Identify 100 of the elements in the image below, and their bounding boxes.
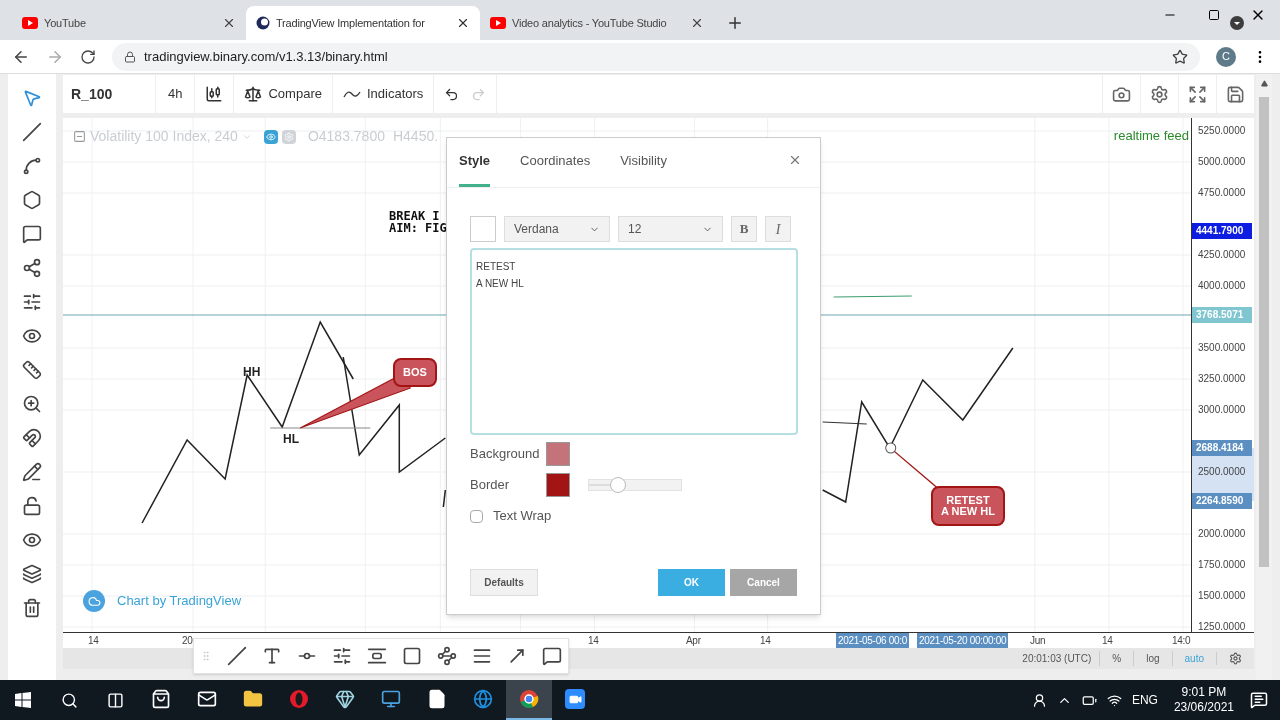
pivot-label[interactable]: HL (283, 430, 299, 448)
monitor-icon[interactable] (381, 689, 401, 709)
hexagon-icon[interactable] (22, 190, 42, 210)
border-swatch[interactable] (546, 473, 570, 497)
slider-thumb[interactable] (610, 477, 627, 493)
pencil-icon[interactable] (22, 462, 42, 482)
folder-icon[interactable] (243, 689, 263, 709)
maximize-icon[interactable] (1208, 9, 1220, 21)
round-logo-icon[interactable] (519, 689, 539, 709)
save-icon[interactable] (1226, 84, 1245, 104)
layers-icon[interactable] (22, 564, 42, 584)
close-icon[interactable] (222, 16, 236, 30)
camera-logo-icon[interactable] (565, 689, 585, 709)
person-icon[interactable] (1031, 692, 1047, 708)
opacity-slider[interactable] (588, 479, 682, 491)
scroll-up-icon[interactable] (1260, 80, 1268, 87)
chart-note-text[interactable]: AIM: FIG (389, 222, 447, 234)
anchor-handle[interactable] (885, 442, 897, 454)
camera-icon[interactable] (1112, 84, 1131, 104)
drag-handle-icon[interactable] (200, 650, 212, 662)
zoom-in-icon[interactable] (22, 394, 42, 414)
bookmark-star-icon[interactable] (1172, 48, 1188, 65)
text-input[interactable]: RETEST A NEW HL (470, 248, 798, 435)
arrow-icon[interactable] (507, 646, 527, 666)
scrollbar-thumb[interactable] (1259, 97, 1269, 567)
gem-icon[interactable] (335, 689, 355, 709)
settings-icon[interactable] (1150, 84, 1169, 104)
undo-icon[interactable] (444, 86, 460, 102)
mail-icon[interactable] (197, 689, 217, 709)
trash-icon[interactable] (22, 598, 42, 618)
chart-note-text[interactable]: BREAK I (389, 210, 440, 222)
size-select[interactable]: 12 (618, 216, 723, 242)
background-swatch[interactable] (546, 442, 570, 466)
font-select[interactable]: Verdana (504, 216, 610, 242)
scale-option[interactable]: % (1099, 651, 1134, 666)
wifi-icon[interactable] (1106, 692, 1122, 708)
line-icon[interactable] (227, 646, 247, 666)
globe-icon[interactable] (473, 689, 493, 709)
lock-icon[interactable] (22, 496, 42, 516)
address-bar[interactable]: tradingview.binary.com/v1.3.13/binary.html (112, 42, 1200, 71)
ring-logo-icon[interactable] (289, 689, 309, 709)
eye-toggle-icon[interactable] (263, 129, 278, 144)
nodes-icon[interactable] (437, 646, 457, 666)
language-indicator[interactable]: ENG (1131, 691, 1158, 709)
text-wrap-checkbox[interactable] (470, 509, 483, 523)
browser-tab[interactable]: YouTube (12, 6, 246, 40)
reload-icon[interactable] (80, 48, 96, 65)
scale-option[interactable]: log (1133, 651, 1172, 666)
callout-label[interactable]: RETEST A NEW HL (931, 486, 1005, 526)
dialog-tab[interactable]: Coordinates (520, 137, 591, 187)
collapse-icon[interactable] (73, 130, 86, 143)
search-icon[interactable] (60, 691, 78, 709)
sliders-icon[interactable] (22, 292, 42, 312)
rectangle-icon[interactable] (402, 646, 422, 666)
close-icon[interactable] (456, 16, 470, 30)
ruler-icon[interactable] (22, 360, 42, 380)
new-tab-icon[interactable] (726, 14, 744, 32)
price-axis[interactable]: 5250.0000 5000.0000 4750.0000 4441.7900 4250.0000 4000.0000 3768.5071 3500.0000 3250.0000 3000.0000 2688.4184 2500.0000 2264.8590 2000.0000 1750.0000 1500.0000 1250.0000 (1192, 118, 1254, 632)
text-color-swatch[interactable] (470, 216, 496, 242)
trend-line[interactable] (833, 295, 913, 298)
symbol-button[interactable]: R_100 (63, 83, 155, 105)
cursor-icon[interactable] (22, 88, 42, 108)
zigzag-line[interactable] (342, 356, 447, 474)
horizontal-line[interactable] (822, 421, 868, 425)
task-view-icon[interactable] (106, 691, 124, 709)
file-icon[interactable] (427, 689, 447, 709)
fullscreen-icon[interactable] (1188, 84, 1207, 104)
windows-logo-icon[interactable] (15, 692, 31, 708)
speech-bubble-icon[interactable] (542, 646, 562, 666)
profile-avatar[interactable]: C (1216, 46, 1236, 67)
text-icon[interactable] (262, 646, 282, 666)
eye-icon[interactable] (22, 326, 42, 346)
compare-button[interactable]: Compare (233, 75, 332, 113)
line-segment[interactable] (442, 489, 447, 508)
bag-icon[interactable] (151, 689, 171, 709)
settings-icon[interactable] (1229, 652, 1242, 665)
interval-button[interactable]: 4h (155, 75, 195, 113)
dialog-tab[interactable]: Visibility (620, 137, 667, 187)
dropdown-circle-icon[interactable] (1230, 16, 1244, 30)
bold-toggle[interactable]: B (731, 216, 757, 242)
taskbar-app[interactable] (506, 680, 552, 720)
close-icon[interactable] (690, 16, 704, 30)
indicators-button[interactable]: Indicators (331, 75, 434, 113)
magnet-icon[interactable] (22, 428, 42, 448)
clock-time[interactable]: 9:01 PM (1181, 685, 1227, 700)
range-icon[interactable] (367, 646, 387, 666)
dialog-tab[interactable]: Style (459, 137, 491, 187)
callout-label[interactable]: BOS (393, 358, 437, 387)
browser-tab[interactable]: TradingView Implementation for (246, 6, 480, 40)
candlestick-icon[interactable] (205, 85, 224, 103)
italic-toggle[interactable]: I (765, 216, 791, 242)
zigzag-line[interactable] (821, 347, 1014, 504)
defaults-button[interactable]: Defaults (470, 569, 538, 596)
sliders-icon[interactable] (332, 646, 352, 666)
line-icon[interactable] (22, 122, 42, 142)
speech-bubble-icon[interactable] (22, 224, 42, 244)
eye-icon[interactable] (22, 530, 42, 550)
zigzag-line[interactable] (141, 320, 354, 524)
curve-icon[interactable] (22, 156, 42, 176)
browser-tab[interactable]: Video analytics - YouTube Studio (480, 6, 714, 40)
